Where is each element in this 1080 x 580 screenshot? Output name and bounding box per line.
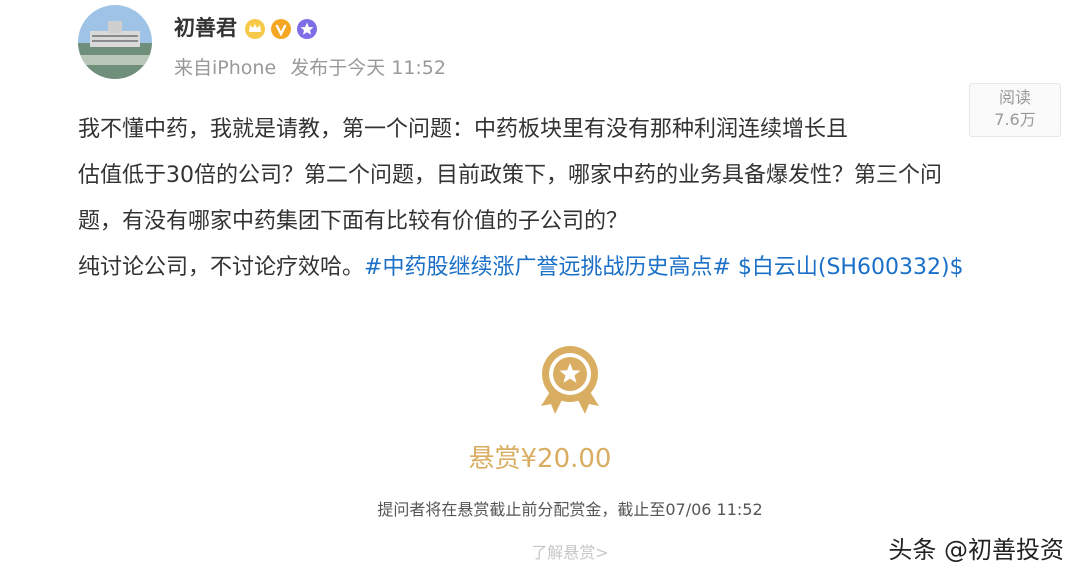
reward-amount: 悬赏¥20.00 <box>468 444 612 474</box>
watermark: 头条 @初善投资 <box>888 536 1064 564</box>
content-line-2: 估值低于30倍的公司？第二个问题，目前政策下，哪家中药的业务具备爆发性？第三个问 <box>78 163 942 188</box>
content-line-3: 题，有没有哪家中药集团下面有比较有价值的子公司的？ <box>78 209 629 234</box>
topic-tag-link[interactable]: #中药股继续涨广誉远挑战历史高点# <box>364 255 731 280</box>
verified-v-icon <box>270 18 292 40</box>
content-line-4: 纯讨论公司，不讨论疗效哈。#中药股继续涨广誉远挑战历史高点# $白云山(SH60… <box>78 245 1053 291</box>
reward-deadline: 提问者将在悬赏截止前分配赏金，截止至07/06 11:52 <box>377 500 763 519</box>
read-label: 阅读 <box>998 88 1031 107</box>
post-content: 我不懂中药，我就是请教，第一个问题：中药板块里有没有那种利润连续增长且 估值低于… <box>78 107 1053 291</box>
avatar[interactable] <box>78 5 152 79</box>
reward-medal-icon <box>537 344 603 416</box>
post-time: 发布于今天 11:52 <box>290 57 446 79</box>
content-line-4-text: 纯讨论公司，不讨论疗效哈。 <box>78 255 365 280</box>
user-badges <box>244 17 318 41</box>
post-meta: 来自iPhone 发布于今天 11:52 <box>174 53 446 80</box>
content-line-1: 我不懂中药，我就是请教，第一个问题：中药板块里有没有那种利润连续增长且 <box>78 117 849 142</box>
stock-tag-link[interactable]: $白云山(SH600332)$ <box>738 255 964 280</box>
post-source: 来自iPhone <box>174 57 277 79</box>
crown-badge-icon <box>244 18 266 40</box>
author-name[interactable]: 初善君 <box>174 12 237 42</box>
star-badge-icon <box>296 18 318 40</box>
